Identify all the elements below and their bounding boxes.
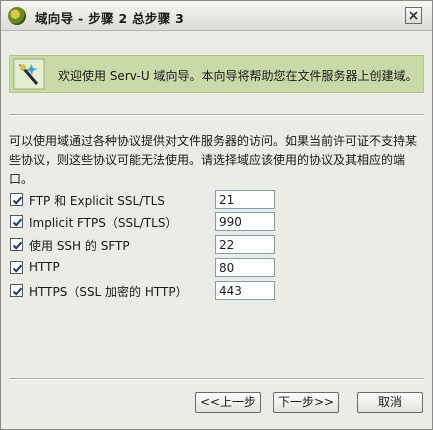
sftp-port-input[interactable]: [215, 235, 275, 254]
http-label: HTTP: [29, 260, 60, 274]
cancel-button[interactable]: 取消: [357, 392, 423, 413]
ftps-port-input[interactable]: [215, 212, 275, 231]
welcome-banner: 欢迎使用 Serv-U 域向导。本向导将帮助您在文件服务器上创建域。: [9, 55, 424, 93]
http-port-input[interactable]: [215, 258, 275, 277]
protocol-row-https: HTTPS（SSL 加密的 HTTP）: [9, 281, 429, 303]
footer-separator: [9, 378, 424, 380]
separator: [9, 114, 424, 116]
https-port-input[interactable]: [215, 281, 275, 300]
title-bar[interactable]: 域向导 - 步骤 2 总步骤 3: [1, 1, 432, 31]
checkmark-icon: [12, 218, 23, 227]
wizard-wand-icon: [13, 58, 45, 90]
ftp-port-input[interactable]: [215, 190, 275, 209]
sftp-checkbox[interactable]: [10, 238, 23, 251]
protocol-row-sftp: 使用 SSH 的 SFTP: [9, 235, 429, 257]
https-label: HTTPS（SSL 加密的 HTTP）: [29, 285, 188, 299]
back-button[interactable]: <<上一步: [195, 392, 261, 413]
sftp-label: 使用 SSH 的 SFTP: [29, 239, 130, 253]
next-button[interactable]: 下一步>>: [273, 392, 339, 413]
checkmark-icon: [12, 264, 23, 273]
close-button[interactable]: [405, 7, 422, 24]
protocol-row-http: HTTP: [9, 258, 429, 280]
https-checkbox[interactable]: [10, 284, 23, 297]
ftp-label: FTP 和 Explicit SSL/TLS: [29, 194, 165, 208]
serv-u-logo-icon: [8, 7, 26, 25]
close-icon: [409, 11, 418, 20]
checkmark-icon: [12, 241, 23, 250]
ftp-checkbox[interactable]: [10, 193, 23, 206]
protocol-row-ftps: Implicit FTPS（SSL/TLS）: [9, 212, 429, 234]
ftps-checkbox[interactable]: [10, 215, 23, 228]
checkmark-icon: [12, 196, 23, 205]
protocol-row-ftp: FTP 和 Explicit SSL/TLS: [9, 190, 429, 212]
description-text: 可以使用域通过各种协议提供对文件服务器的访问。如果当前许可证不支持某些协议，则这…: [9, 134, 418, 186]
domain-wizard-dialog: 域向导 - 步骤 2 总步骤 3 欢迎使用 Serv-U 域向导。本向导将帮助您…: [0, 0, 433, 430]
banner-text: 欢迎使用 Serv-U 域向导。本向导将帮助您在文件服务器上创建域。: [58, 69, 418, 83]
window-title: 域向导 - 步骤 2 总步骤 3: [35, 11, 185, 26]
checkmark-icon: [12, 287, 23, 296]
http-checkbox[interactable]: [10, 261, 23, 274]
ftps-label: Implicit FTPS（SSL/TLS）: [29, 216, 178, 230]
